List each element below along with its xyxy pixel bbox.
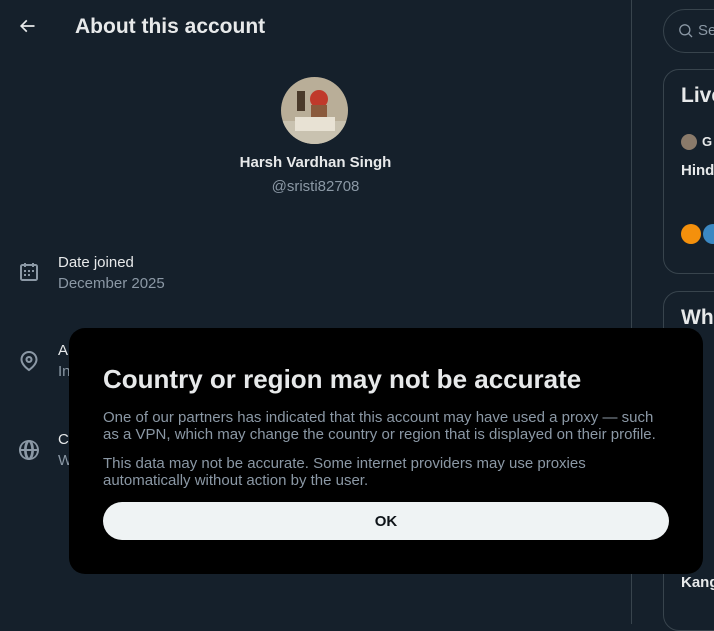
globe-icon (17, 438, 41, 462)
search-box[interactable] (663, 9, 714, 53)
calendar-icon (17, 260, 41, 284)
dialog-title: Country or region may not be accurate (103, 364, 582, 394)
fire-emoji-icon (681, 224, 701, 244)
proxy-warning-dialog: Country or region may not be accurate On… (69, 328, 703, 574)
location-pin-icon (17, 349, 41, 373)
live-card-title: Live (681, 84, 714, 107)
date-joined-label: Date joined (58, 254, 134, 271)
date-joined-value: December 2025 (58, 275, 165, 292)
user-handle: @sristi82708 (271, 178, 360, 195)
ok-button[interactable]: OK (103, 502, 669, 540)
search-input[interactable] (698, 22, 714, 39)
live-author: G (702, 134, 713, 149)
arrow-left-icon (17, 16, 37, 41)
dialog-paragraph-2: This data may not be accurate. Some inte… (103, 455, 586, 489)
host-avatar[interactable] (681, 134, 697, 150)
display-name: Harsh Vardhan Singh (239, 154, 392, 171)
back-button[interactable] (10, 11, 44, 45)
page-title: About this account (75, 15, 266, 38)
avatar[interactable] (281, 77, 348, 144)
location-label: A (58, 342, 69, 359)
reaction-icon (703, 224, 714, 244)
trend-item[interactable]: Kang (681, 574, 714, 591)
dialog-paragraph-1: One of our partners has indicated that t… (103, 409, 656, 443)
country-label: C (58, 431, 69, 448)
search-icon (679, 24, 693, 38)
live-card: Live G Hind (663, 69, 714, 274)
whats-happening-title: Wh (681, 306, 714, 329)
live-card-text[interactable]: Hind (681, 162, 714, 179)
